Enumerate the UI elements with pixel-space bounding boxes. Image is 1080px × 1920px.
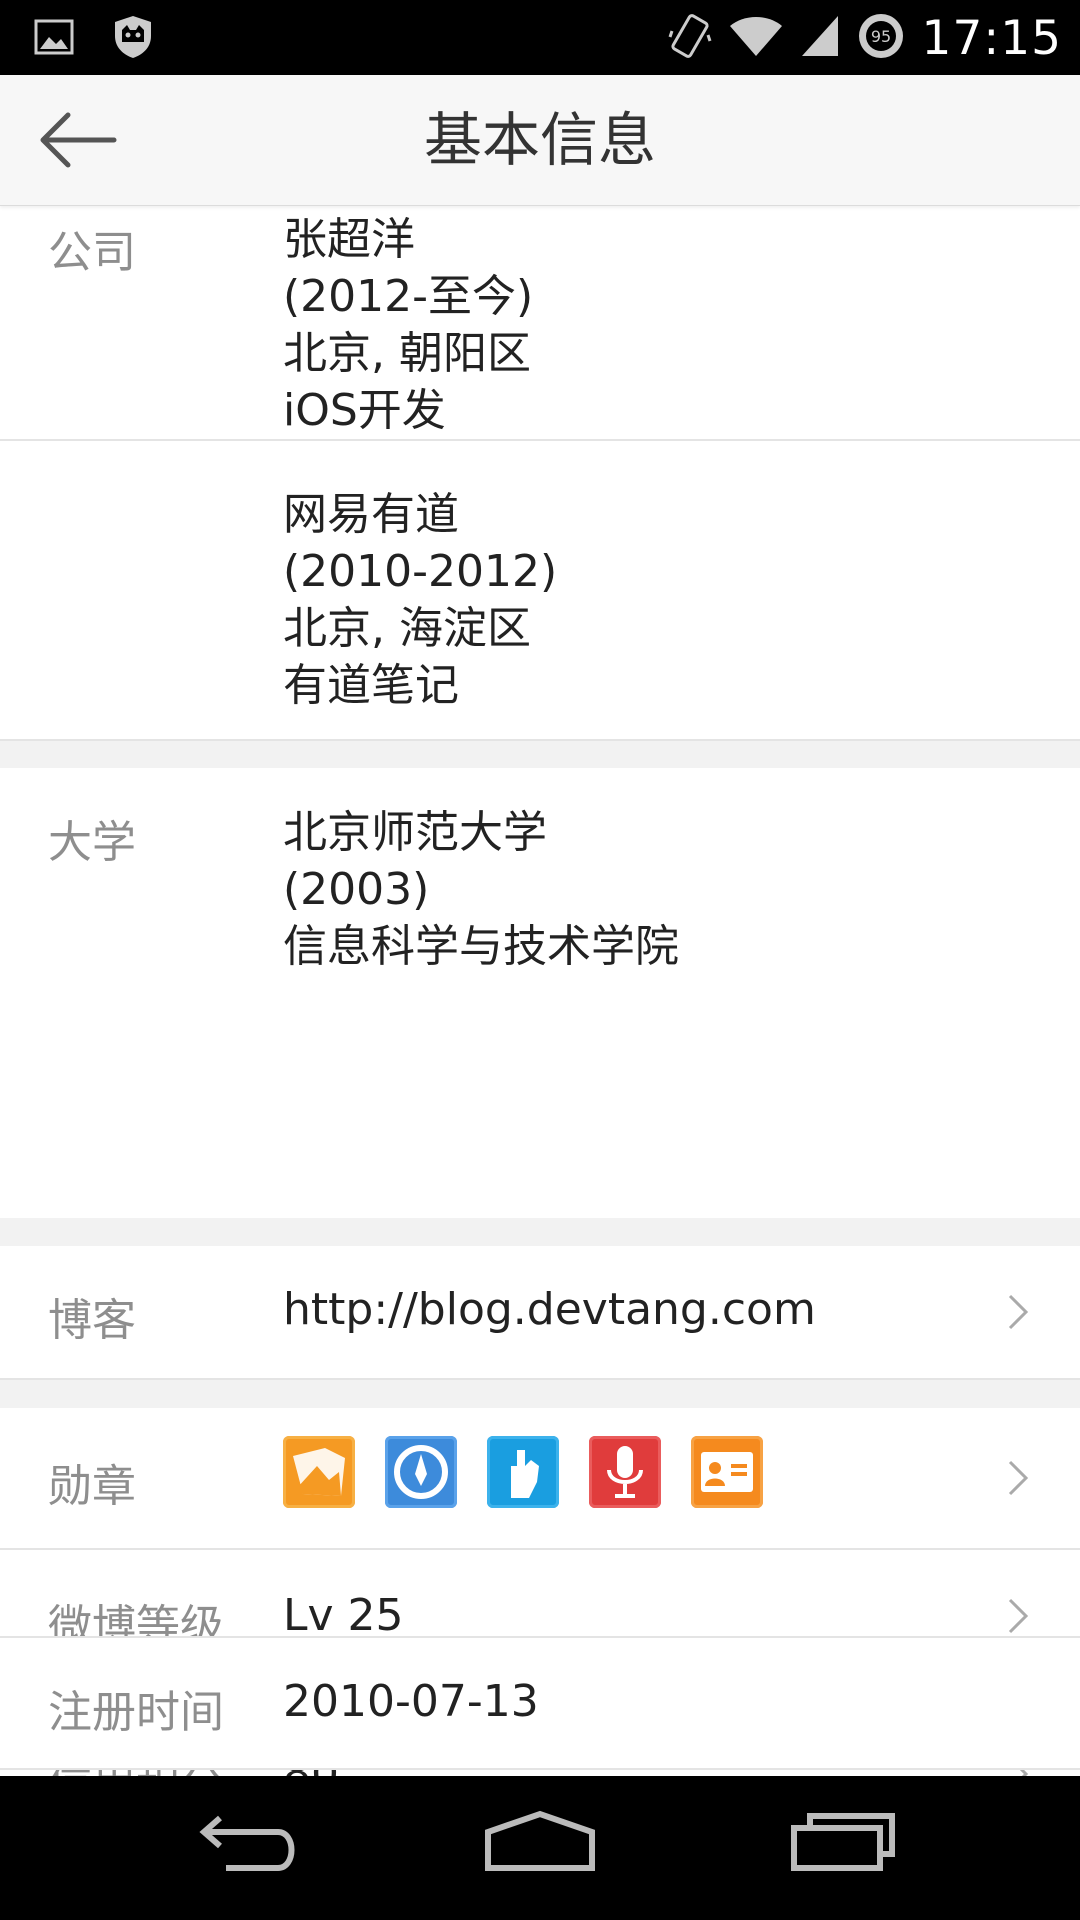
weibo-level-value: Lv 25 bbox=[283, 1590, 404, 1641]
nav-back-icon[interactable] bbox=[186, 1812, 296, 1882]
status-time: 17:15 bbox=[921, 10, 1062, 66]
cat-shield-icon bbox=[112, 14, 154, 64]
navigation-bar bbox=[0, 1776, 1080, 1920]
map-badge-icon[interactable] bbox=[283, 1436, 355, 1508]
profile-info-list: 公司 张超洋 (2012-至今) 北京, 朝阳区 iOS开发 网易有道 (201… bbox=[0, 206, 1080, 1776]
company-section: 公司 张超洋 (2012-至今) 北京, 朝阳区 iOS开发 网易有道 (201… bbox=[0, 206, 1080, 739]
chevron-right-icon bbox=[1008, 1598, 1029, 1634]
chevron-right-icon bbox=[1008, 1294, 1029, 1330]
signal-icon bbox=[800, 14, 840, 62]
university-name: 北京师范大学 bbox=[283, 807, 547, 858]
vibrate-icon bbox=[668, 11, 712, 65]
divider bbox=[0, 439, 1080, 441]
company-years: (2012-至今) bbox=[283, 271, 534, 322]
compass-badge-icon[interactable] bbox=[385, 1436, 457, 1508]
register-time-row: 注册时间 2010-07-13 bbox=[0, 1638, 1080, 1768]
id-card-badge-icon[interactable] bbox=[691, 1436, 763, 1508]
divider bbox=[0, 1768, 1080, 1770]
status-bar: 95 17:15 bbox=[0, 0, 1080, 75]
nav-recents-icon[interactable] bbox=[788, 1806, 898, 1876]
badges-row[interactable]: 勋章 bbox=[0, 1408, 1080, 1548]
wifi-icon bbox=[728, 14, 784, 62]
badges-label: 勋章 bbox=[48, 1461, 136, 1512]
divider bbox=[0, 1378, 1080, 1380]
battery-icon: 95 bbox=[856, 11, 906, 65]
blog-url[interactable]: http://blog.devtang.com bbox=[283, 1284, 816, 1335]
microphone-badge-icon[interactable] bbox=[589, 1436, 661, 1508]
image-icon bbox=[34, 19, 74, 59]
svg-text:95: 95 bbox=[870, 27, 890, 46]
university-year: (2003) bbox=[283, 864, 430, 915]
blog-label: 博客 bbox=[48, 1295, 136, 1346]
university-department: 信息科学与技术学院 bbox=[283, 921, 679, 972]
company-role: 有道笔记 bbox=[283, 660, 459, 711]
university-section: 大学 北京师范大学 (2003) 信息科学与技术学院 bbox=[0, 768, 1080, 1218]
company-label: 公司 bbox=[48, 227, 136, 278]
nav-home-icon[interactable] bbox=[480, 1808, 600, 1878]
company-name: 张超洋 bbox=[283, 214, 415, 265]
company-location: 北京, 海淀区 bbox=[283, 603, 531, 654]
company-name: 网易有道 bbox=[283, 489, 459, 540]
blog-row[interactable]: 博客 http://blog.devtang.com bbox=[0, 1246, 1080, 1378]
company-years: (2010-2012) bbox=[283, 546, 558, 597]
register-time-value: 2010-07-13 bbox=[283, 1676, 539, 1727]
page-title: 基本信息 bbox=[423, 106, 656, 174]
university-label: 大学 bbox=[48, 817, 136, 868]
company-entry-2: 网易有道 (2010-2012) 北京, 海淀区 有道笔记 bbox=[283, 486, 557, 714]
chevron-right-icon bbox=[1008, 1460, 1029, 1496]
company-role: iOS开发 bbox=[283, 385, 446, 436]
university-info: 北京师范大学 (2003) 信息科学与技术学院 bbox=[283, 804, 679, 975]
company-entry-1: 张超洋 (2012-至今) 北京, 朝阳区 iOS开发 bbox=[283, 211, 533, 439]
divider bbox=[0, 739, 1080, 741]
register-time-label: 注册时间 bbox=[48, 1687, 224, 1738]
company-location: 北京, 朝阳区 bbox=[283, 328, 531, 379]
title-bar: 基本信息 bbox=[0, 75, 1080, 206]
hand-badge-icon[interactable] bbox=[487, 1436, 559, 1508]
